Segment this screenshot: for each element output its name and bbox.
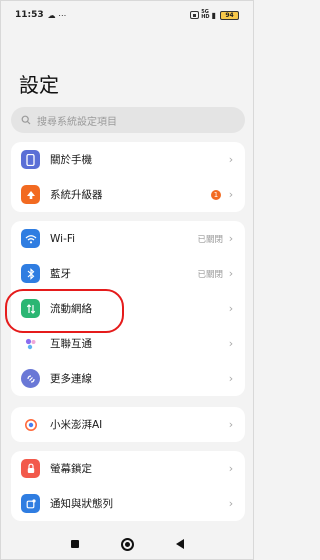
setting-label: 藍牙	[50, 268, 71, 280]
search-input[interactable]: 搜尋系統設定項目	[11, 107, 245, 133]
chevron-right-icon: ›	[228, 462, 234, 475]
setting-row-notifications[interactable]: 通知與狀態列 ›	[11, 486, 245, 521]
chevron-right-icon: ›	[228, 188, 234, 201]
battery-level: 94	[225, 11, 234, 19]
setting-label: 更多連線	[50, 373, 92, 385]
notification-icons: ☁ ⋯	[47, 10, 67, 20]
settings-group-connectivity: Wi-Fi 已關閉 › 藍牙 已關閉 › 流動網絡 › 互聯互通 › 更多連線 …	[11, 221, 245, 396]
upgrade-arrow-icon	[21, 185, 40, 204]
bluetooth-status: 已關閉	[197, 269, 223, 280]
chevron-right-icon: ›	[228, 153, 234, 166]
interconnect-icon	[21, 334, 40, 353]
phone-icon	[21, 150, 40, 169]
setting-label: 通知與狀態列	[50, 498, 113, 510]
status-left: 11:53 ☁ ⋯	[15, 10, 66, 20]
chevron-right-icon: ›	[228, 497, 234, 510]
setting-row-screen-lock[interactable]: 螢幕鎖定 ›	[11, 451, 245, 486]
sim-icon	[190, 11, 200, 19]
chevron-right-icon: ›	[228, 337, 234, 350]
wifi-status: 已關閉	[197, 234, 223, 245]
lock-icon	[21, 459, 40, 478]
setting-label: 小米澎湃AI	[50, 419, 103, 431]
setting-row-about-phone[interactable]: 關於手機 ›	[11, 142, 245, 177]
setting-label: 系統升級器	[50, 189, 103, 201]
setting-row-hyperai[interactable]: 小米澎湃AI ›	[11, 407, 245, 442]
setting-row-bluetooth[interactable]: 藍牙 已關閉 ›	[11, 256, 245, 291]
status-time: 11:53	[15, 10, 44, 20]
mobile-data-icon	[21, 299, 40, 318]
search-icon	[21, 115, 31, 125]
notification-icon	[21, 494, 40, 513]
chevron-right-icon: ›	[228, 302, 234, 315]
setting-label: Wi-Fi	[50, 232, 76, 245]
navigation-bar	[1, 529, 253, 559]
search-placeholder: 搜尋系統設定項目	[37, 116, 117, 128]
status-bar: 11:53 ☁ ⋯ 5G HD ▮ 94	[1, 1, 253, 29]
bluetooth-icon	[21, 264, 40, 283]
back-button[interactable]	[175, 539, 184, 549]
page-title: 設定	[19, 73, 59, 97]
update-badge: 1	[211, 189, 221, 200]
home-button[interactable]	[120, 537, 134, 551]
battery-icon: 94	[220, 10, 239, 20]
setting-row-mobile-network[interactable]: 流動網絡 ›	[11, 291, 245, 326]
status-right: 5G HD ▮ 94	[190, 10, 239, 20]
setting-row-wifi[interactable]: Wi-Fi 已關閉 ›	[11, 221, 245, 256]
more-connection-icon	[21, 369, 40, 388]
settings-group-ai: 小米澎湃AI ›	[11, 407, 245, 442]
setting-label: 流動網絡	[50, 303, 92, 315]
network-type-bottom: HD	[201, 14, 210, 20]
chevron-right-icon: ›	[228, 418, 234, 431]
hyperai-icon	[21, 415, 40, 434]
chevron-right-icon: ›	[228, 267, 234, 280]
setting-row-system-update[interactable]: 系統升級器 1 ›	[11, 177, 245, 212]
setting-label: 螢幕鎖定	[50, 463, 92, 475]
settings-group-device: 關於手機 › 系統升級器 1 ›	[11, 142, 245, 212]
setting-row-more-connections[interactable]: 更多連線 ›	[11, 361, 245, 396]
recents-button[interactable]	[70, 540, 79, 548]
chevron-right-icon: ›	[228, 372, 234, 385]
chevron-right-icon: ›	[228, 232, 234, 245]
setting-label: 關於手機	[50, 154, 92, 166]
setting-label: 互聯互通	[50, 338, 92, 350]
wifi-icon	[21, 229, 40, 248]
settings-group-display: 螢幕鎖定 › 通知與狀態列 ›	[11, 451, 245, 521]
network-type: 5G HD	[201, 10, 209, 20]
signal-icon: ▮	[211, 10, 216, 20]
setting-row-interconnect[interactable]: 互聯互通 ›	[11, 326, 245, 361]
